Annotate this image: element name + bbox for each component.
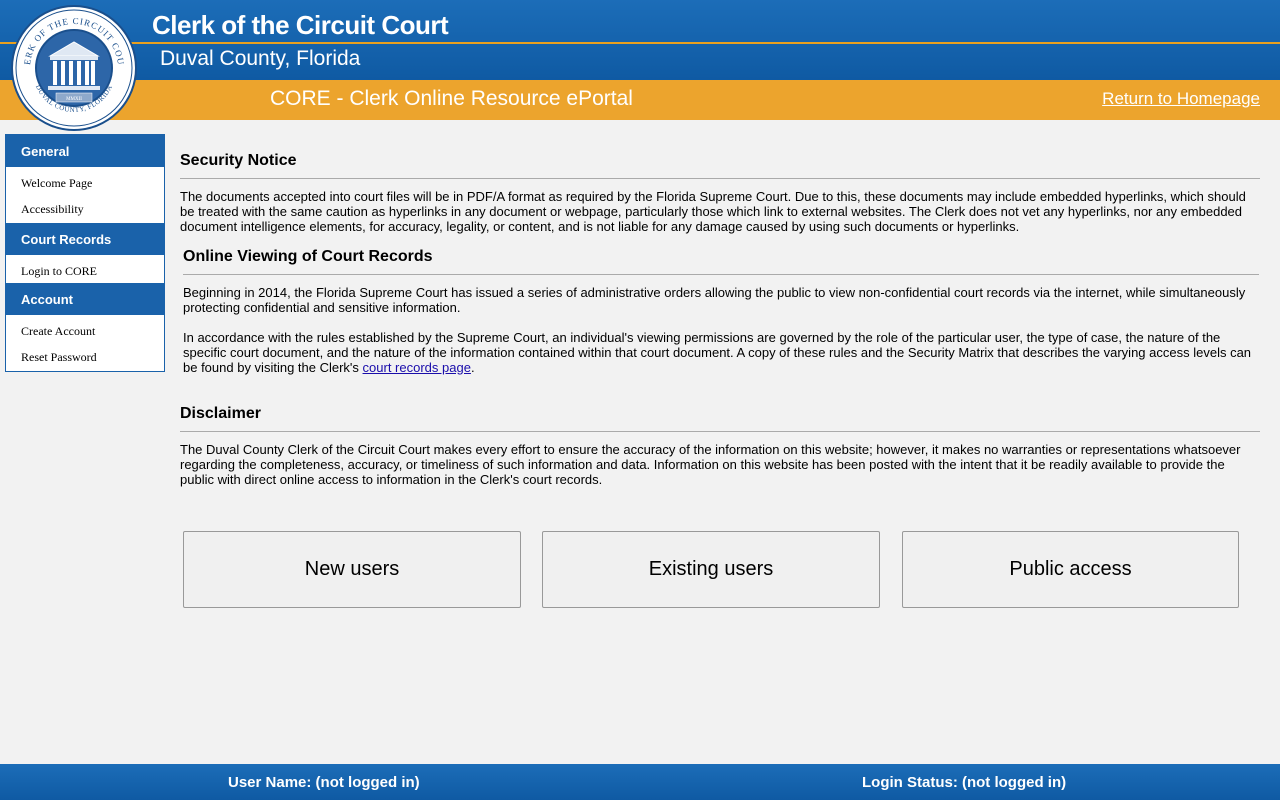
sidebar-item-reset-password[interactable]: Reset Password bbox=[6, 343, 164, 371]
online-viewing-heading: Online Viewing of Court Records bbox=[183, 248, 1259, 275]
disclaimer-section: Disclaimer The Duval County Clerk of the… bbox=[180, 405, 1260, 487]
security-notice-heading: Security Notice bbox=[180, 152, 1260, 179]
footer-login-status: Login Status: (not logged in) bbox=[862, 774, 1067, 791]
new-users-button[interactable]: New users bbox=[183, 531, 521, 608]
disclaimer-heading: Disclaimer bbox=[180, 405, 1260, 432]
sidebar-item-create-account[interactable]: Create Account bbox=[6, 315, 164, 343]
main-content: Security Notice The documents accepted i… bbox=[180, 148, 1260, 487]
seal-year: MMXII bbox=[66, 97, 82, 102]
site-title: Clerk of the Circuit Court bbox=[152, 10, 449, 40]
portal-bar bbox=[0, 80, 1280, 120]
existing-users-button[interactable]: Existing users bbox=[542, 531, 880, 608]
portal-name: CORE - Clerk Online Resource ePortal bbox=[270, 87, 633, 110]
site-subtitle: Duval County, Florida bbox=[160, 47, 361, 70]
online-viewing-para2-text: In accordance with the rules established… bbox=[183, 330, 1252, 375]
footer-user-name: User Name: (not logged in) bbox=[228, 774, 420, 791]
sidebar-item-accessibility[interactable]: Accessibility bbox=[6, 195, 164, 223]
return-home-link[interactable]: Return to Homepage bbox=[1102, 89, 1260, 109]
sidebar-item-login-to-core[interactable]: Login to CORE bbox=[6, 255, 164, 283]
online-viewing-para1: Beginning in 2014, the Florida Supreme C… bbox=[183, 285, 1246, 315]
sidebar-nav: General Welcome Page Accessibility Court… bbox=[5, 134, 165, 372]
footer-bar: User Name: (not logged in) Login Status:… bbox=[0, 764, 1280, 800]
sidebar-heading-court-records: Court Records bbox=[6, 223, 164, 255]
security-notice-section: Security Notice The documents accepted i… bbox=[180, 152, 1260, 234]
public-access-button[interactable]: Public access bbox=[902, 531, 1239, 608]
online-viewing-section: Online Viewing of Court Records Beginnin… bbox=[183, 248, 1259, 375]
online-viewing-para2-end: . bbox=[470, 360, 475, 375]
court-records-page-link[interactable]: court records page bbox=[363, 360, 471, 375]
security-notice-text: The documents accepted into court files … bbox=[180, 189, 1246, 234]
sidebar-item-welcome-page[interactable]: Welcome Page bbox=[6, 167, 164, 195]
header-divider bbox=[0, 42, 1280, 44]
disclaimer-text: The Duval County Clerk of the Circuit Co… bbox=[180, 442, 1241, 487]
online-viewing-para2: In accordance with the rules established… bbox=[183, 330, 1259, 375]
sidebar-heading-account: Account bbox=[6, 283, 164, 315]
court-seal-logo: CLERK OF THE CIRCUIT COURT DUVAL COUNTY,… bbox=[10, 4, 137, 131]
sidebar-heading-general: General bbox=[6, 135, 164, 167]
